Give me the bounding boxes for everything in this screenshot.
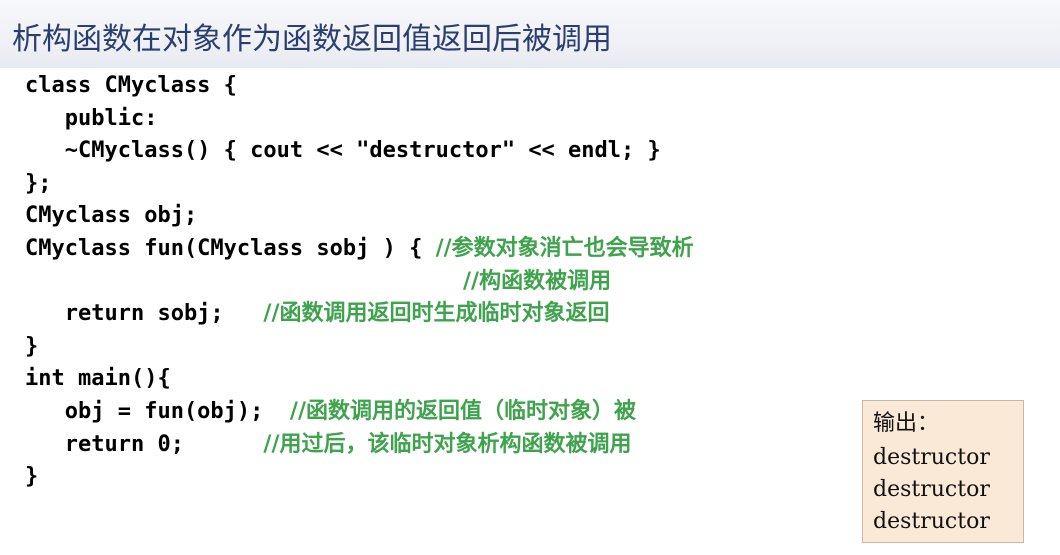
code-line: } bbox=[25, 333, 39, 359]
code-line: obj = fun(obj); //函数调用的返回值（临时对象）被 bbox=[25, 396, 694, 429]
code-text: obj = fun(obj); bbox=[25, 398, 290, 424]
output-label: 输出： bbox=[873, 411, 940, 436]
code-line: public: bbox=[25, 105, 158, 131]
code-line: } bbox=[25, 464, 39, 490]
code-line: return 0; //用过后，该临时对象析构函数被调用 bbox=[25, 429, 694, 462]
output-box: 输出： destructor destructor destructor bbox=[862, 400, 1024, 543]
code-line: CMyclass fun(CMyclass sobj ) { //参数对象消亡也… bbox=[25, 233, 694, 266]
code-line: //构函数被调用 bbox=[25, 266, 694, 299]
code-text: CMyclass fun(CMyclass sobj ) { bbox=[25, 235, 436, 261]
code-comment: //函数调用返回时生成临时对象返回 bbox=[263, 301, 610, 327]
code-text: return 0; bbox=[25, 431, 264, 457]
code-block: class CMyclass { public: ~CMyclass() { c… bbox=[25, 70, 694, 494]
code-line: return sobj; //函数调用返回时生成临时对象返回 bbox=[25, 298, 694, 331]
output-line: destructor bbox=[873, 477, 990, 502]
code-line: CMyclass obj; bbox=[25, 203, 198, 229]
code-comment: //函数调用的返回值（临时对象）被 bbox=[289, 398, 636, 424]
code-text: return sobj; bbox=[25, 301, 264, 327]
code-line: class CMyclass { bbox=[25, 73, 237, 98]
slide-title: 析构函数在对象作为函数返回值返回后被调用 bbox=[12, 22, 612, 57]
code-comment: //构函数被调用 bbox=[463, 268, 612, 294]
code-line: }; bbox=[25, 170, 52, 196]
code-line: int main(){ bbox=[25, 366, 171, 392]
code-line: ~CMyclass() { cout << "destructor" << en… bbox=[25, 138, 661, 164]
code-comment: //用过后，该临时对象析构函数被调用 bbox=[263, 431, 632, 457]
output-line: destructor bbox=[873, 445, 990, 470]
code-comment: //参数对象消亡也会导致析 bbox=[435, 235, 694, 261]
output-line: destructor bbox=[873, 509, 990, 534]
title-bar: 析构函数在对象作为函数返回值返回后被调用 bbox=[0, 0, 1060, 68]
